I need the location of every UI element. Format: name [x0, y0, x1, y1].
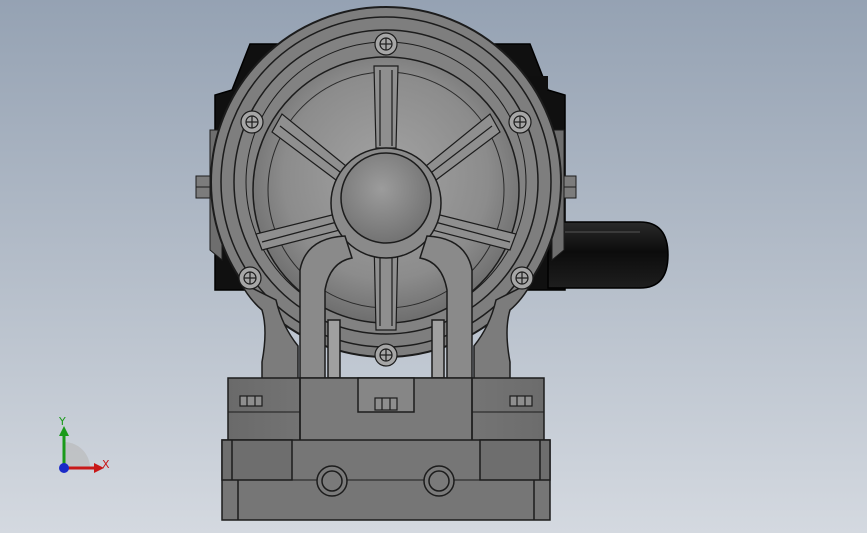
z-axis-icon [59, 463, 69, 473]
triad-xy-plane [64, 442, 90, 468]
x-axis-label: X [102, 458, 110, 471]
gearbox-front-view-model[interactable] [0, 0, 867, 533]
side-bolt-left [195, 175, 211, 199]
orientation-triad[interactable]: Y X [48, 412, 118, 482]
bottom-plate [221, 439, 551, 521]
motor-cylinder [547, 221, 669, 289]
y-axis-label: Y [59, 415, 66, 428]
graphics-viewport[interactable]: Y X [0, 0, 867, 533]
